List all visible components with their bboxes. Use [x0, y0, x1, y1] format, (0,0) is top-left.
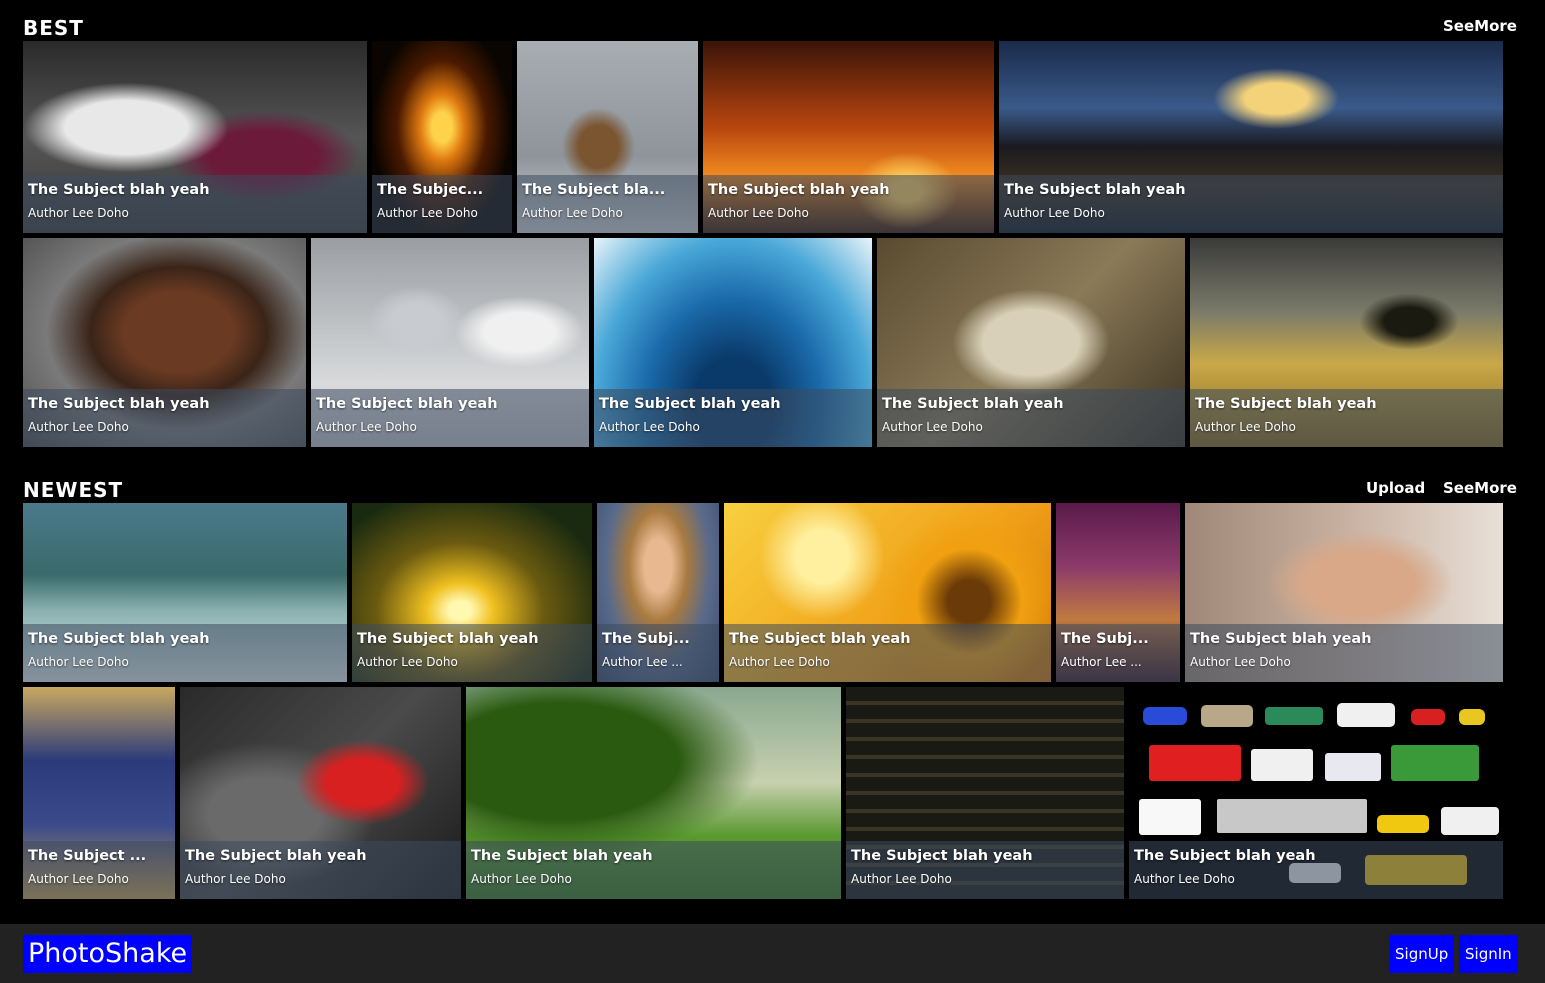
tile-subject: The Subject blah yeah — [1134, 848, 1316, 864]
best-tile[interactable]: The Subject blah yeah Author Lee Doho — [23, 238, 306, 447]
tile-author: Author Lee Doho — [357, 655, 458, 669]
best-tile[interactable]: The Subjec... Author Lee Doho — [372, 41, 512, 233]
newest-tile[interactable]: The Subject ... Author Lee Doho — [23, 687, 175, 899]
tile-subject: The Subject blah yeah — [599, 396, 781, 412]
newest-tile[interactable]: The Subject blah yeah Author Lee Doho — [23, 503, 347, 682]
tile-caption: The Subject blah yeah Author Lee Doho — [1129, 841, 1503, 899]
tile-caption: The Subject blah yeah Author Lee Doho — [1190, 389, 1503, 447]
newest-tile[interactable]: The Subject blah yeah Author Lee Doho — [466, 687, 841, 899]
newest-see-more-link[interactable]: SeeMore — [1443, 479, 1517, 497]
tile-caption: The Subject blah yeah Author Lee Doho — [1185, 624, 1503, 682]
tile-subject: The Subject blah yeah — [185, 848, 367, 864]
tile-caption: The Subject blah yeah Author Lee Doho — [23, 389, 306, 447]
newest-section-title: NEWEST — [23, 478, 124, 502]
best-tile[interactable]: The Subject bla... Author Lee Doho — [517, 41, 698, 233]
tile-subject: The Subject blah yeah — [471, 848, 653, 864]
tile-author: Author Lee Doho — [1190, 655, 1291, 669]
newest-tile[interactable]: The Subject blah yeah Author Lee Doho — [352, 503, 592, 682]
newest-tile[interactable]: The Subject blah yeah Author Lee Doho — [1185, 503, 1503, 682]
best-tile[interactable]: The Subject blah yeah Author Lee Doho — [703, 41, 994, 233]
tile-author: Author Lee Doho — [471, 872, 572, 886]
tile-subject: The Subject blah yeah — [1195, 396, 1377, 412]
tile-subject: The Subject ... — [28, 848, 147, 864]
tile-author: Author Lee Doho — [316, 420, 417, 434]
tile-caption: The Subject blah yeah Author Lee Doho — [180, 841, 461, 899]
tile-caption: The Subjec... Author Lee Doho — [372, 175, 512, 233]
best-tile[interactable]: The Subject blah yeah Author Lee Doho — [1190, 238, 1503, 447]
tile-caption: The Subject blah yeah Author Lee Doho — [703, 175, 994, 233]
tile-subject: The Subj... — [1061, 631, 1149, 647]
tile-caption: The Subject blah yeah Author Lee Doho — [23, 624, 347, 682]
tile-author: Author Lee Doho — [1004, 206, 1105, 220]
tile-author: Author Lee Doho — [599, 420, 700, 434]
tile-caption: The Subject ... Author Lee Doho — [23, 841, 175, 899]
tile-caption: The Subject blah yeah Author Lee Doho — [846, 841, 1124, 899]
newest-tile[interactable]: The Subject blah yeah Author Lee Doho — [724, 503, 1051, 682]
tile-caption: The Subject blah yeah Author Lee Doho — [999, 175, 1503, 233]
tile-author: Author Lee ... — [1061, 655, 1142, 669]
best-tile[interactable]: The Subject blah yeah Author Lee Doho — [877, 238, 1185, 447]
tile-caption: The Subject bla... Author Lee Doho — [517, 175, 698, 233]
signin-button[interactable]: SignIn — [1459, 935, 1518, 973]
tile-subject: The Subject blah yeah — [882, 396, 1064, 412]
tile-author: Author Lee Doho — [185, 872, 286, 886]
tile-subject: The Subject blah yeah — [28, 631, 210, 647]
tile-subject: The Subject blah yeah — [1190, 631, 1372, 647]
tile-caption: The Subject blah yeah Author Lee Doho — [23, 175, 367, 233]
newest-tile[interactable]: The Subject blah yeah Author Lee Doho — [1129, 687, 1503, 899]
tile-subject: The Subject blah yeah — [357, 631, 539, 647]
tile-author: Author Lee Doho — [28, 206, 129, 220]
tile-caption: The Subject blah yeah Author Lee Doho — [352, 624, 592, 682]
tile-caption: The Subj... Author Lee ... — [1056, 624, 1180, 682]
newest-tile[interactable]: The Subj... Author Lee ... — [1056, 503, 1180, 682]
tile-subject: The Subject blah yeah — [28, 396, 210, 412]
tile-subject: The Subjec... — [377, 182, 484, 198]
upload-link[interactable]: Upload — [1366, 479, 1425, 497]
tile-caption: The Subject blah yeah Author Lee Doho — [877, 389, 1185, 447]
signup-button[interactable]: SignUp — [1389, 935, 1455, 973]
photoshake-logo[interactable]: PhotoShake — [23, 935, 193, 973]
best-tile[interactable]: The Subject blah yeah Author Lee Doho — [23, 41, 367, 233]
newest-tile[interactable]: The Subject blah yeah Author Lee Doho — [846, 687, 1124, 899]
tile-author: Author Lee Doho — [1134, 872, 1235, 886]
tile-author: Author Lee Doho — [522, 206, 623, 220]
tile-caption: The Subject blah yeah Author Lee Doho — [466, 841, 841, 899]
tile-subject: The Subj... — [602, 631, 690, 647]
tile-subject: The Subject blah yeah — [28, 182, 210, 198]
tile-author: Author Lee Doho — [28, 420, 129, 434]
tile-author: Author Lee Doho — [28, 872, 129, 886]
tile-author: Author Lee Doho — [1195, 420, 1296, 434]
tile-subject: The Subject blah yeah — [851, 848, 1033, 864]
best-tile[interactable]: The Subject blah yeah Author Lee Doho — [311, 238, 589, 447]
tile-caption: The Subject blah yeah Author Lee Doho — [311, 389, 589, 447]
best-section-title: BEST — [23, 16, 84, 40]
tile-author: Author Lee ... — [602, 655, 683, 669]
tile-author: Author Lee Doho — [377, 206, 478, 220]
best-tile[interactable]: The Subject blah yeah Author Lee Doho — [999, 41, 1503, 233]
tile-subject: The Subject blah yeah — [708, 182, 890, 198]
footer-bar: PhotoShake SignUp SignIn — [0, 924, 1545, 983]
tile-author: Author Lee Doho — [851, 872, 952, 886]
tile-author: Author Lee Doho — [729, 655, 830, 669]
tile-subject: The Subject blah yeah — [729, 631, 911, 647]
tile-subject: The Subject blah yeah — [1004, 182, 1186, 198]
tile-subject: The Subject blah yeah — [316, 396, 498, 412]
tile-author: Author Lee Doho — [882, 420, 983, 434]
tile-caption: The Subj... Author Lee ... — [597, 624, 719, 682]
tile-caption: The Subject blah yeah Author Lee Doho — [594, 389, 872, 447]
tile-author: Author Lee Doho — [708, 206, 809, 220]
tile-caption: The Subject blah yeah Author Lee Doho — [724, 624, 1051, 682]
best-see-more-link[interactable]: SeeMore — [1443, 17, 1517, 35]
newest-tile[interactable]: The Subj... Author Lee ... — [597, 503, 719, 682]
tile-subject: The Subject bla... — [522, 182, 666, 198]
newest-tile[interactable]: The Subject blah yeah Author Lee Doho — [180, 687, 461, 899]
best-tile[interactable]: The Subject blah yeah Author Lee Doho — [594, 238, 872, 447]
tile-author: Author Lee Doho — [28, 655, 129, 669]
